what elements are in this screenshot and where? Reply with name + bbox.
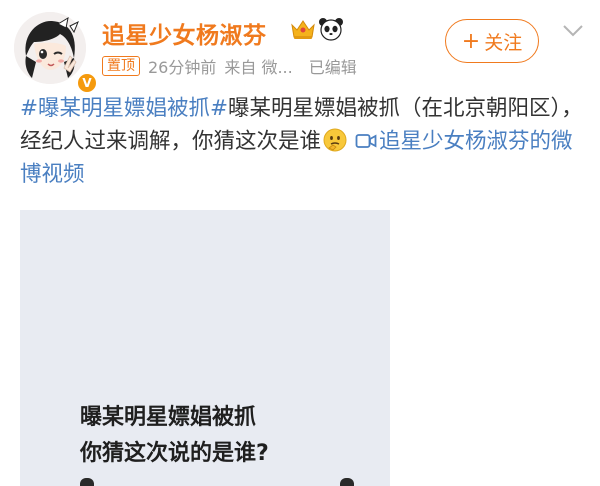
post-text: #曝某明星嫖娼被抓#曝某明星嫖娼被抓（在北京朝阳区），经纪人过来调解，你猜这次是… <box>20 92 588 191</box>
verified-badge: V <box>76 72 98 94</box>
crown-icon <box>291 20 315 39</box>
follow-button[interactable]: + 关注 <box>445 19 539 63</box>
edited-label[interactable]: 已编辑 <box>309 54 357 78</box>
video-icon <box>355 134 377 148</box>
thumbnail-figure-left <box>80 478 94 486</box>
anime-girl-avatar-icon <box>14 12 86 84</box>
video-caption: 曝某明星嫖娼被抓 你猜这次说的是谁? <box>80 400 269 472</box>
chevron-down-icon[interactable] <box>562 24 584 38</box>
caption-line-1: 曝某明星嫖娼被抓 <box>80 405 257 430</box>
thinking-face-icon <box>323 128 347 152</box>
avatar[interactable]: V <box>14 12 98 94</box>
caption-line-2: 你猜这次说的是谁? <box>80 441 269 466</box>
panda-icon <box>319 18 343 41</box>
post-time: 26分钟前 <box>148 58 217 77</box>
post-source[interactable]: 来自 微... <box>224 54 292 78</box>
username[interactable]: 追星少女杨淑芬 <box>102 16 267 50</box>
plus-icon: + <box>461 28 481 54</box>
post-header: V 追星少女杨淑芬 置顶 26分钟前 来自 微... 已编辑 + 关注 <box>0 0 600 94</box>
hashtag-link[interactable]: #曝某明星嫖娼被抓# <box>20 96 228 121</box>
follow-label: 关注 <box>484 31 523 54</box>
post-meta: 置顶 26分钟前 来自 微... 已编辑 <box>102 55 357 77</box>
pinned-badge: 置顶 <box>102 56 140 76</box>
video-thumbnail[interactable]: 曝某明星嫖娼被抓 你猜这次说的是谁? <box>20 210 390 486</box>
thumbnail-figure-right <box>340 478 354 486</box>
